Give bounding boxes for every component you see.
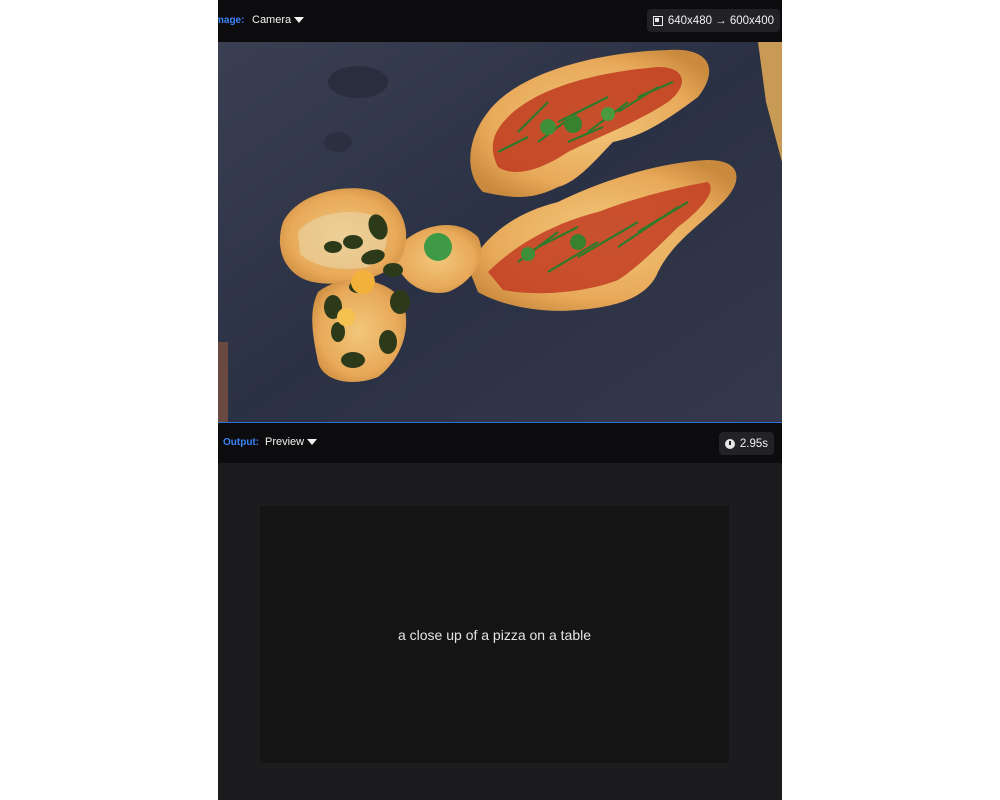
camera-feed — [218, 42, 782, 422]
input-header-bar: mage: Camera 640x480 → 600x400 — [218, 0, 782, 42]
app-window: mage: Camera 640x480 → 600x400 Output: P… — [218, 0, 782, 800]
image-source-dropdown[interactable]: Camera — [252, 14, 305, 26]
output-label: Output: — [223, 437, 260, 448]
resolution-text: 640x480 → 600x400 — [667, 14, 774, 27]
image-source-value: Camera — [252, 14, 292, 26]
image-label: mage: — [218, 15, 245, 26]
resolution-badge: 640x480 → 600x400 — [646, 9, 780, 32]
caret-down-icon — [307, 439, 318, 445]
output-mode-value: Preview — [265, 436, 305, 448]
clock-icon — [724, 438, 735, 449]
caption-text: a close up of a pizza on a table — [397, 626, 592, 643]
elapsed-time-text: 2.95s — [739, 437, 768, 450]
camera-image — [218, 42, 782, 422]
output-header-bar: Output: Preview 2.95s — [218, 422, 782, 465]
caption-preview-box: a close up of a pizza on a table — [260, 506, 729, 763]
elapsed-time-badge: 2.95s — [718, 432, 774, 455]
resize-icon — [652, 15, 663, 26]
caret-down-icon — [294, 17, 305, 23]
output-panel: a close up of a pizza on a table — [218, 463, 782, 800]
output-mode-dropdown[interactable]: Preview — [265, 436, 318, 448]
